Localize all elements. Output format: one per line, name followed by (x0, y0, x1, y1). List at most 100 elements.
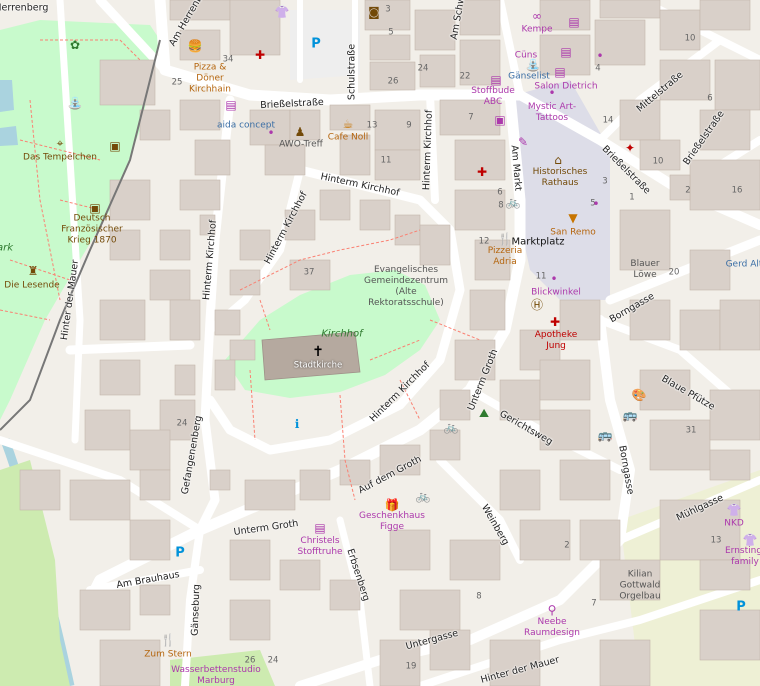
glasses-icon[interactable]: ∞ (532, 10, 542, 22)
parking-icon[interactable]: P (736, 600, 746, 615)
bicycle-icon[interactable]: 🚲 (506, 196, 521, 208)
house-number: 14 (602, 115, 614, 126)
house-number: 25 (171, 77, 183, 88)
beauty-icon[interactable]: ▤ (560, 46, 571, 58)
house-number: 31 (685, 425, 697, 436)
shop-icon[interactable]: • (592, 198, 599, 210)
poi-label[interactable]: Evangelisches Gemeindezentrum (Alte Rekt… (359, 265, 454, 309)
info-icon[interactable]: ℹ (295, 418, 300, 430)
beauty-icon[interactable]: ▤ (568, 16, 579, 28)
dentist-icon[interactable]: ✦ (625, 142, 635, 154)
poi-label[interactable]: Geschenkhaus Figge (356, 511, 428, 533)
pharmacy-icon[interactable]: ✚ (477, 166, 487, 178)
poi-label[interactable]: Blauer Löwe (625, 259, 665, 281)
clothes-icon[interactable]: 👚 (275, 6, 290, 18)
bicycle-icon[interactable]: 🚲 (444, 421, 459, 433)
shop-icon[interactable]: • (548, 87, 555, 99)
pharmacy-icon[interactable]: ✚ (550, 316, 560, 328)
fast-food-icon[interactable]: 🍔 (188, 40, 203, 52)
poi-label[interactable]: Ernsting's family (725, 546, 760, 568)
poi-label[interactable]: Mystic Art-Tattoos (522, 102, 582, 124)
house-number: 34 (222, 54, 234, 65)
fountain-icon[interactable]: ⛲ (526, 59, 541, 71)
shop-icon[interactable]: ▣ (494, 114, 505, 126)
house-number: 7 (468, 112, 474, 123)
house-number: 10 (652, 156, 664, 167)
poi-label[interactable]: Christels Stofftruhe (295, 536, 345, 558)
house-number: 4 (595, 63, 601, 74)
poi-label[interactable]: Die Lesende (4, 281, 59, 292)
poi-label[interactable]: Pizza & Döner Kirchhain (180, 63, 240, 96)
poi-label[interactable]: AWO-Treff (279, 140, 323, 151)
poi-label[interactable]: Kempe (521, 25, 552, 36)
house-number: 16 (731, 185, 743, 196)
shop-icon[interactable]: • (267, 127, 274, 139)
parking-icon[interactable]: P (175, 546, 185, 561)
house-number: 10 (684, 33, 696, 44)
street-label: Gänseburg (189, 583, 203, 637)
poi-label[interactable]: Neebe Raumdesign (524, 617, 580, 639)
house-number: 9 (406, 120, 412, 131)
house-number: 2 (685, 185, 691, 196)
street-label: Am Herrenberg (0, 2, 49, 14)
bus-stop-icon[interactable]: 🚌 (623, 409, 638, 421)
poi-label[interactable]: Historisches Rathaus (530, 167, 590, 189)
poi-label[interactable]: Pizzeria Adria (480, 246, 530, 268)
poi-label[interactable]: Stadtkirche (294, 361, 343, 372)
house-number: 37 (303, 267, 315, 278)
house-number: 24 (417, 63, 429, 74)
poi-label[interactable]: NKD (724, 519, 744, 530)
cafe-icon[interactable]: ☕ (343, 118, 354, 130)
poi-label[interactable]: Salon Dietrich (534, 82, 597, 93)
poi-label[interactable]: Cafe Noll (328, 133, 369, 144)
poi-label[interactable]: Gerd Alt (726, 260, 760, 271)
poi-label[interactable]: Das Tempelchen (23, 153, 97, 164)
house-number: 8 (476, 591, 482, 602)
playground-icon[interactable]: ⛰ (479, 407, 489, 419)
poi-label[interactable]: aida concept (217, 121, 275, 132)
poi-label[interactable]: Apotheke Jung (531, 330, 581, 352)
beauty-icon[interactable]: ▤ (554, 66, 565, 78)
house-number: 22 (459, 71, 471, 82)
poi-label[interactable]: Kilian Gottwald Orgelbau (609, 570, 671, 603)
art-icon[interactable]: 🎨 (632, 389, 647, 401)
furniture-icon[interactable]: ⚲ (548, 604, 557, 616)
poi-label[interactable]: Zum Stern (144, 650, 192, 661)
poi-label[interactable]: Deutsch Französischer Krieg 1870 (61, 214, 123, 247)
playground-icon[interactable]: ✿ (70, 39, 80, 51)
townhall-icon[interactable]: ⌂ (554, 154, 562, 166)
poi-label[interactable]: San Remo (550, 228, 595, 239)
shop-icon[interactable]: • (596, 50, 603, 62)
gift-icon[interactable]: 🎁 (385, 499, 400, 511)
memorial-icon[interactable]: ▣ (109, 140, 120, 152)
clothes-icon[interactable]: 👚 (727, 504, 742, 516)
clothes-icon[interactable]: 👚 (743, 534, 758, 546)
bicycle-icon[interactable]: 🚲 (416, 490, 431, 502)
parking-icon[interactable]: P (311, 37, 321, 52)
memorial-icon[interactable]: ⌖ (57, 137, 64, 149)
restaurant-icon[interactable]: 🍴 (498, 233, 513, 245)
beauty-icon[interactable]: ▤ (225, 99, 236, 111)
restaurant-icon[interactable]: 🍴 (161, 634, 176, 646)
memorial-icon[interactable]: ▣ (89, 202, 100, 214)
poi-label[interactable]: Blickwinkel (531, 288, 581, 299)
guesthouse-icon[interactable]: Ⓗ (531, 299, 543, 311)
sewing-icon[interactable]: ▤ (490, 74, 501, 86)
fountain-icon[interactable]: ⛲ (68, 97, 83, 109)
shop-icon[interactable]: • (550, 273, 557, 285)
fabric-icon[interactable]: ▤ (314, 522, 325, 534)
poi-label[interactable]: Wasserbettenstudio Marburg (161, 665, 271, 686)
church-icon[interactable]: ✝ (312, 345, 324, 359)
water-area (0, 80, 14, 112)
ice-cream-icon[interactable]: ▼ (568, 212, 577, 224)
house-number: 7 (591, 598, 597, 609)
social-facility-icon[interactable]: ♟ (295, 126, 306, 138)
map-view[interactable]: Am Herrenberg Am Herrenberg Schulstraße … (0, 0, 760, 686)
bus-stop-icon[interactable]: 🚌 (598, 429, 613, 441)
poi-label[interactable]: Stoffbude ABC (463, 86, 523, 108)
camera-icon[interactable]: ◙ (368, 6, 380, 18)
tattoo-icon[interactable]: ✎ (518, 136, 528, 148)
house-number: 13 (710, 535, 722, 546)
statue-icon[interactable]: ♜ (28, 265, 39, 277)
pharmacy-icon[interactable]: ✚ (255, 49, 265, 61)
